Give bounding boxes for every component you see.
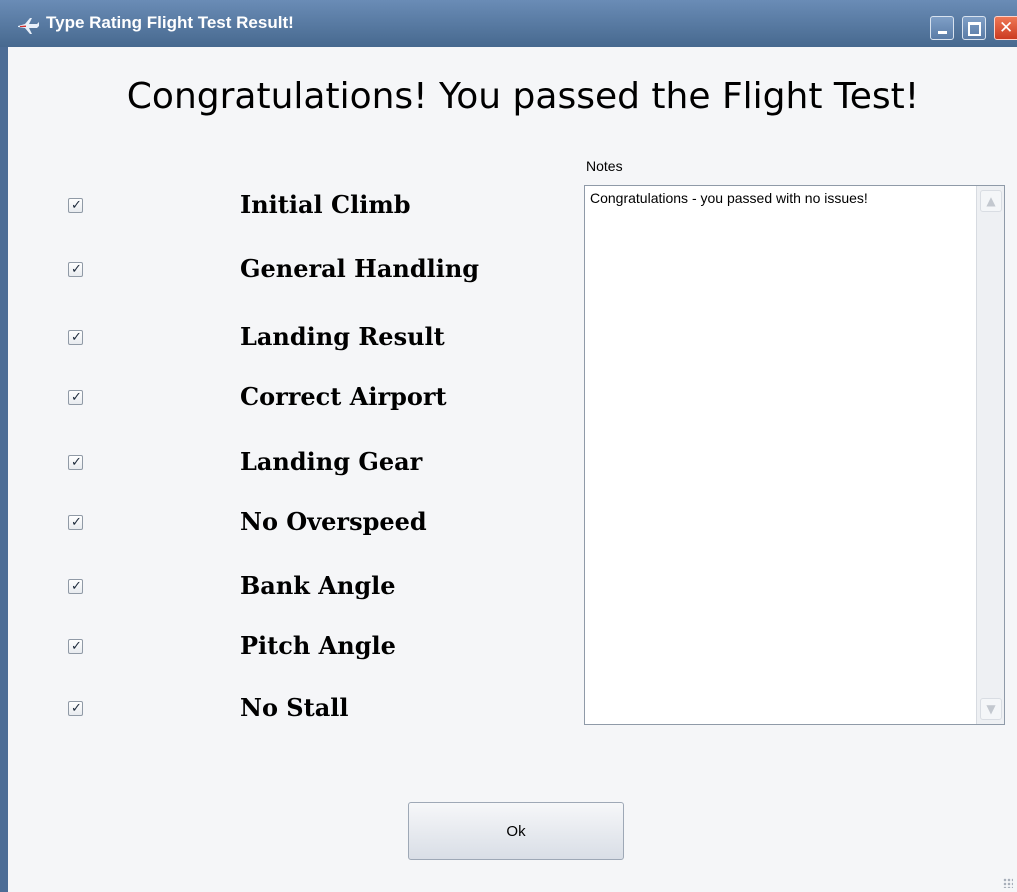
check-label-pitch-angle: Pitch Angle <box>240 631 396 660</box>
ok-button[interactable]: Ok <box>408 802 624 860</box>
result-window: Type Rating Flight Test Result! ✕ Congra… <box>0 0 1017 892</box>
airplane-icon <box>18 18 39 34</box>
checkmark-icon: ✓ <box>71 390 82 405</box>
notes-text: Congratulations - you passed with no iss… <box>590 190 868 206</box>
title-bar[interactable]: Type Rating Flight Test Result! ✕ <box>0 0 1017 47</box>
notes-scrollbar[interactable]: ▲ ▼ <box>976 186 1004 724</box>
maximize-button[interactable] <box>962 16 986 40</box>
scroll-down-icon[interactable]: ▼ <box>980 698 1002 720</box>
check-label-landing-gear: Landing Gear <box>240 447 423 476</box>
check-label-correct-airport: Correct Airport <box>240 382 447 411</box>
checkmark-icon: ✓ <box>71 262 82 277</box>
check-label-bank-angle: Bank Angle <box>240 571 396 600</box>
checkbox-no-overspeed[interactable]: ✓ <box>68 515 83 530</box>
checkmark-icon: ✓ <box>71 198 82 213</box>
check-row-landing-gear: ✓ Landing Gear <box>8 443 568 481</box>
window-title: Type Rating Flight Test Result! <box>46 13 294 32</box>
checkbox-correct-airport[interactable]: ✓ <box>68 390 83 405</box>
checkbox-bank-angle[interactable]: ✓ <box>68 579 83 594</box>
check-label-initial-climb: Initial Climb <box>240 190 411 219</box>
notes-textarea[interactable]: Congratulations - you passed with no iss… <box>584 185 1005 725</box>
check-row-initial-climb: ✓ Initial Climb <box>8 186 568 224</box>
checkmark-icon: ✓ <box>71 330 82 345</box>
check-label-no-stall: No Stall <box>240 693 349 722</box>
checkmark-icon: ✓ <box>71 701 82 716</box>
checkbox-initial-climb[interactable]: ✓ <box>68 198 83 213</box>
notes-label: Notes <box>586 158 623 174</box>
close-button[interactable]: ✕ <box>994 16 1017 40</box>
checkbox-landing-result[interactable]: ✓ <box>68 330 83 345</box>
checkmark-icon: ✓ <box>71 639 82 654</box>
check-row-no-stall: ✓ No Stall <box>8 689 568 727</box>
check-label-no-overspeed: No Overspeed <box>240 507 427 536</box>
checkbox-no-stall[interactable]: ✓ <box>68 701 83 716</box>
checkbox-landing-gear[interactable]: ✓ <box>68 455 83 470</box>
check-row-bank-angle: ✓ Bank Angle <box>8 567 568 605</box>
check-row-landing-result: ✓ Landing Result <box>8 318 568 356</box>
checkbox-pitch-angle[interactable]: ✓ <box>68 639 83 654</box>
check-row-pitch-angle: ✓ Pitch Angle <box>8 627 568 665</box>
check-label-general-handling: General Handling <box>240 254 480 283</box>
minimize-button[interactable] <box>930 16 954 40</box>
result-headline: Congratulations! You passed the Flight T… <box>126 76 920 117</box>
check-row-no-overspeed: ✓ No Overspeed <box>8 503 568 541</box>
check-row-general-handling: ✓ General Handling <box>8 250 568 288</box>
check-label-landing-result: Landing Result <box>240 322 445 351</box>
checkmark-icon: ✓ <box>71 579 82 594</box>
close-icon: ✕ <box>999 18 1014 38</box>
checkbox-general-handling[interactable]: ✓ <box>68 262 83 277</box>
resize-grip-icon[interactable] <box>1003 878 1013 888</box>
scroll-up-icon[interactable]: ▲ <box>980 190 1002 212</box>
checkmark-icon: ✓ <box>71 515 82 530</box>
checkmark-icon: ✓ <box>71 455 82 470</box>
check-row-correct-airport: ✓ Correct Airport <box>8 378 568 416</box>
